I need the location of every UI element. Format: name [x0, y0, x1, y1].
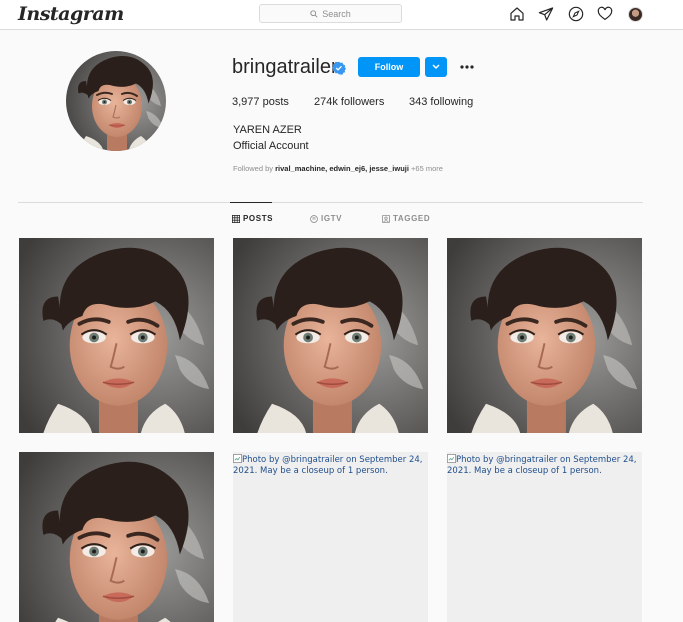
tab-posts[interactable]: POSTS	[232, 214, 273, 223]
followers-label: followers	[340, 96, 385, 108]
avatar	[627, 6, 643, 22]
active-tab-indicator	[230, 202, 272, 203]
igtv-icon	[310, 214, 318, 223]
tagged-icon	[382, 214, 390, 223]
profile-full-name: YAREN AZER	[233, 124, 302, 136]
post-tile[interactable]	[447, 238, 642, 433]
post-image	[233, 238, 428, 433]
grid-icon	[232, 214, 240, 223]
post-image	[19, 238, 214, 433]
broken-image-alt: Photo by @bringatrailer on September 24,…	[447, 454, 642, 477]
followed-by-prefix: Followed by	[233, 164, 274, 173]
verified-badge-icon	[332, 61, 346, 75]
profile-divider	[18, 202, 643, 203]
followers-count: 274k	[314, 96, 338, 108]
tab-tagged-label: TAGGED	[393, 214, 431, 223]
explore-icon[interactable]	[567, 5, 585, 23]
direct-icon[interactable]	[537, 5, 555, 23]
followed-by-users: rival_machine, edwin_ej6, jesse_iwuji	[275, 164, 409, 173]
followed-by-more: +65 more	[411, 164, 443, 173]
post-image	[447, 238, 642, 433]
profile-photo	[66, 51, 166, 151]
activity-heart-icon[interactable]	[596, 5, 614, 23]
broken-image-alt: Photo by @bringatrailer on September 24,…	[233, 454, 428, 477]
post-tile[interactable]: Photo by @bringatrailer on September 24,…	[447, 452, 642, 622]
profile-avatar[interactable]	[626, 5, 644, 23]
more-dots-icon	[460, 65, 474, 69]
following-label: following	[430, 96, 474, 108]
post-tile[interactable]	[233, 238, 428, 433]
search-box[interactable]: Search	[259, 4, 402, 23]
instagram-logo[interactable]: Instagram	[18, 3, 124, 25]
search-icon	[310, 9, 318, 18]
tab-tagged[interactable]: TAGGED	[382, 214, 430, 223]
broken-image-icon	[233, 454, 242, 463]
broken-image-icon	[447, 454, 456, 463]
home-icon[interactable]	[508, 5, 526, 23]
top-navigation: Instagram Search	[0, 0, 683, 30]
posts-count: 3,977	[232, 96, 260, 108]
posts-label: posts	[262, 96, 289, 108]
following-stat[interactable]: 343 following	[409, 96, 473, 108]
suggested-dropdown-button[interactable]	[425, 57, 447, 77]
following-count: 343	[409, 96, 428, 108]
posts-stat: 3,977 posts	[232, 96, 289, 108]
profile-category: Official Account	[233, 140, 309, 152]
profile-picture[interactable]	[66, 51, 166, 151]
post-tile[interactable]	[19, 238, 214, 433]
search-placeholder: Search	[322, 8, 351, 19]
follow-button[interactable]: Follow	[358, 57, 420, 77]
tab-posts-label: POSTS	[243, 214, 274, 223]
more-options-button[interactable]	[457, 58, 477, 76]
broken-image-alt-text: Photo by @bringatrailer on September 24,…	[447, 455, 637, 476]
tab-igtv[interactable]: IGTV	[310, 214, 342, 223]
post-image	[19, 452, 214, 622]
followed-by[interactable]: Followed by rival_machine, edwin_ej6, je…	[233, 164, 443, 173]
profile-username: bringatrailer	[232, 56, 338, 78]
followers-stat[interactable]: 274k followers	[314, 96, 384, 108]
post-tile[interactable]	[19, 452, 214, 622]
broken-image-alt-text: Photo by @bringatrailer on September 24,…	[233, 455, 423, 476]
chevron-down-icon	[432, 64, 440, 70]
tab-igtv-label: IGTV	[321, 214, 343, 223]
post-tile[interactable]: Photo by @bringatrailer on September 24,…	[233, 452, 428, 622]
